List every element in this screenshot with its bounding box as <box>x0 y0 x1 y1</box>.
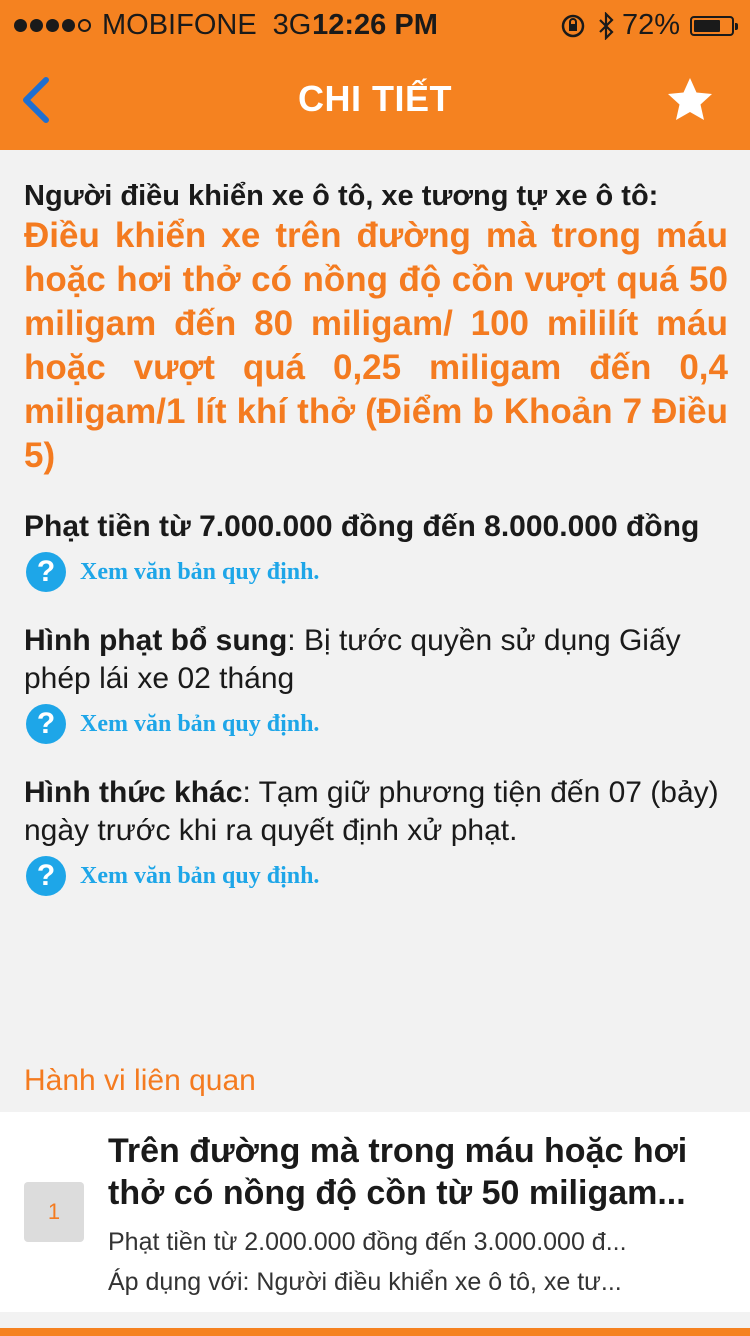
other-measure-label: Hình thức khác <box>24 776 243 809</box>
item-fine: Phạt tiền từ 2.000.000 đồng đến 3.000.00… <box>108 1228 627 1256</box>
other-measure-section: Hình thức khác: Tạm giữ phương tiện đến … <box>24 774 728 896</box>
fine-section: Phạt tiền từ 7.000.000 đồng đến 8.000.00… <box>24 508 728 592</box>
detail-content: Người điều khiển xe ô tô, xe tương tự xe… <box>24 178 728 896</box>
related-section-title: Hành vi liên quan <box>24 1064 256 1097</box>
view-regulation-link[interactable]: ? Xem văn bản quy định. <box>24 856 728 896</box>
violation-text: Điều khiển xe trên đường mà trong máu ho… <box>24 216 728 475</box>
list-item[interactable]: 1 Trên đường mà trong máu hoặc hơi thở c… <box>0 1112 750 1312</box>
battery-icon <box>690 15 738 36</box>
additional-penalty-text: Hình phạt bổ sung: Bị tước quyền sử dụng… <box>24 622 728 698</box>
additional-penalty-section: Hình phạt bổ sung: Bị tước quyền sử dụng… <box>24 622 728 744</box>
additional-penalty-label: Hình phạt bổ sung <box>24 624 288 657</box>
item-number-badge: 1 <box>24 1182 84 1242</box>
subject-text: Người điều khiển xe ô tô, xe tương tự xe… <box>24 180 659 212</box>
view-regulation-label: Xem văn bản quy định. <box>80 863 320 889</box>
fine-text: Phạt tiền từ 7.000.000 đồng đến 8.000.00… <box>24 510 700 543</box>
bottom-bar <box>0 1328 750 1336</box>
view-regulation-label: Xem văn bản quy định. <box>80 559 320 585</box>
view-regulation-label: Xem văn bản quy định. <box>80 711 320 737</box>
question-icon: ? <box>26 552 66 592</box>
star-icon <box>668 78 712 120</box>
battery-percent: 72% <box>621 9 680 41</box>
item-applies-to: Áp dụng với: Người điều khiển xe ô tô, x… <box>108 1268 622 1296</box>
item-title: Trên đường mà trong máu hoặc hơi thở có … <box>108 1132 688 1212</box>
view-regulation-link[interactable]: ? Xem văn bản quy định. <box>24 704 728 744</box>
other-measure-text: Hình thức khác: Tạm giữ phương tiện đến … <box>24 774 728 850</box>
orientation-lock-icon <box>560 13 586 39</box>
app-header: MOBIFONE 3G 12:26 PM 72% CHI TIẾT <box>0 0 750 150</box>
view-regulation-link[interactable]: ? Xem văn bản quy định. <box>24 552 728 592</box>
bluetooth-icon <box>598 11 614 40</box>
question-icon: ? <box>26 704 66 744</box>
question-icon: ? <box>26 856 66 896</box>
favorite-button[interactable] <box>664 74 716 126</box>
status-bar: MOBIFONE 3G 12:26 PM 72% <box>0 0 750 50</box>
related-list: 1 Trên đường mà trong máu hoặc hơi thở c… <box>0 1112 750 1312</box>
page-title: CHI TIẾT <box>298 78 452 119</box>
status-right: 72% <box>560 9 738 42</box>
